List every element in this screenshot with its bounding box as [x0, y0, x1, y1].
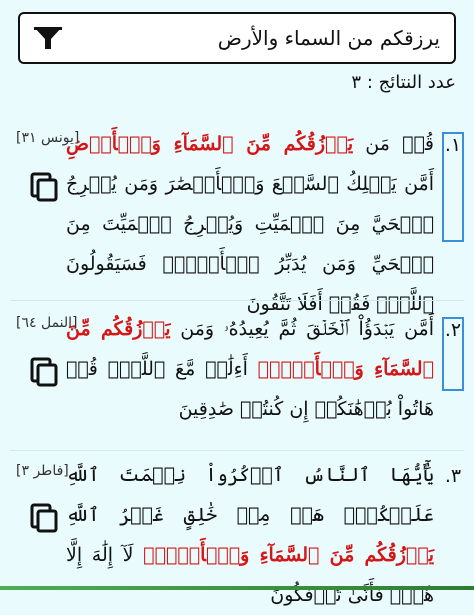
search-highlight: يَرۡزُقُكُم مِّنَ ٱلسَّمَآءِ وَٱلۡأَرۡضِ	[66, 133, 354, 155]
copy-icon[interactable]	[30, 503, 58, 533]
verse-reference[interactable]: [فاطر ٣]	[16, 463, 69, 479]
result-number: ٣.	[444, 465, 462, 487]
bottom-accent-bar	[0, 586, 474, 590]
result-number: ١.	[442, 132, 464, 242]
results-count: عدد النتائج : ٣	[351, 72, 456, 93]
result-item-3: ٣. [فاطر ٣] يَٰٓأَيُّهَا ٱلنَّاسُ ٱذۡكُر…	[10, 450, 464, 606]
result-number: ٢.	[442, 317, 464, 391]
verse-text: قُلۡ مَن يَرۡزُقُكُم مِّنَ ٱلسَّمَآءِ وَ…	[66, 133, 434, 315]
verse-text: يَٰٓأَيُّهَا ٱلنَّاسُ ٱذۡكُرُواْ نِعۡمَت…	[66, 464, 435, 606]
search-bar[interactable]: يرزقكم من السماء والأرض	[18, 12, 456, 64]
filter-icon	[34, 27, 62, 49]
result-item-1: ١. [يونس ٣١] قُلۡ مَن يَرۡزُقُكُم مِّنَ …	[10, 118, 464, 315]
search-highlight: يَرۡزُقُكُم مِّنَ ٱلسَّمَآءِ وَٱلۡأَرۡضِ…	[143, 544, 435, 566]
result-item-2: ٢. [النمل ٦٤] أَمَّن يَبۡدَؤُاْ ٱلۡخَلۡق…	[10, 300, 464, 451]
copy-icon[interactable]	[30, 357, 58, 387]
copy-icon[interactable]	[30, 172, 58, 202]
search-input[interactable]: يرزقكم من السماء والأرض	[68, 26, 440, 50]
verse-text: أَمَّن يَبۡدَؤُاْ ٱلۡخَلۡقَ ثُمَّ يُعِيد…	[66, 318, 435, 420]
filter-button[interactable]	[28, 18, 68, 58]
